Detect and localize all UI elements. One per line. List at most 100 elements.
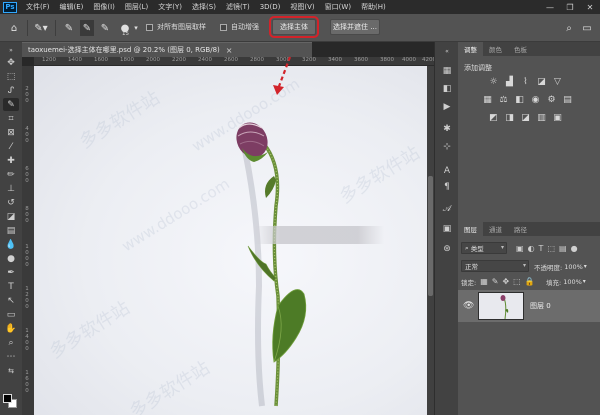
minimize-button[interactable]: — [540,0,560,14]
auto-enhance-checkbox[interactable] [220,24,227,31]
invert-icon[interactable]: ◩ [488,112,499,123]
tab-adjustments[interactable]: 调整 [458,42,483,56]
tab-paths[interactable]: 路径 [508,222,533,236]
move-tool-icon[interactable]: ✥ [3,56,19,69]
brushes-panel-icon[interactable]: ✱ [440,122,454,136]
pen-tool-icon[interactable]: ✒ [3,266,19,279]
clone-stamp-tool-icon[interactable]: ⊥ [3,182,19,195]
lock-transparent-icon[interactable]: ▦ [480,277,488,286]
eye-icon[interactable]: 👁 [463,301,474,311]
color-lookup-icon[interactable]: ▤ [562,94,573,105]
type-filter-icon[interactable]: T [539,244,544,253]
hand-tool-icon[interactable]: ✋ [3,322,19,335]
glyphs-panel-icon[interactable]: 𝒜 [440,202,454,216]
chevron-down-icon[interactable]: ▾ [132,20,140,36]
levels-icon[interactable]: ▟ [504,76,515,87]
home-icon[interactable]: ⌂ [6,20,22,36]
lock-artboard-icon[interactable]: ⬚ [513,277,521,286]
gradient-tool-icon[interactable]: ▤ [3,224,19,237]
photo-filter-icon[interactable]: ◉ [530,94,541,105]
blur-tool-icon[interactable]: 💧 [3,238,19,251]
tab-channels[interactable]: 通道 [483,222,508,236]
vibrance-icon[interactable]: ▽ [552,76,563,87]
gradient-map-icon[interactable]: ▥ [536,112,547,123]
menu-view[interactable]: 视图(V) [285,2,319,12]
filter-toggle-icon[interactable]: ● [571,244,578,253]
fill-value[interactable]: 100% [563,278,582,286]
type-tool-icon[interactable]: T [3,280,19,293]
menu-layer[interactable]: 图层(L) [120,2,153,12]
adjustment-filter-icon[interactable]: ◐ [528,244,535,253]
layer-filter-select[interactable]: ⌕ 类型 ▾ [461,242,507,254]
clone-source-panel-icon[interactable]: ⊹ [440,140,454,154]
black-white-icon[interactable]: ◧ [514,94,525,105]
new-selection-icon[interactable]: ✎ [62,20,76,36]
healing-brush-tool-icon[interactable]: ✚ [3,154,19,167]
history-brush-tool-icon[interactable]: ↺ [3,196,19,209]
eyedropper-tool-icon[interactable]: ⁄ [3,140,19,153]
menu-file[interactable]: 文件(F) [21,2,55,12]
add-to-selection-icon[interactable]: ✎ [80,20,94,36]
subtract-from-selection-icon[interactable]: ✎ [98,20,112,36]
dodge-tool-icon[interactable]: ● [3,252,19,265]
threshold-icon[interactable]: ◪ [520,112,531,123]
tab-color[interactable]: 颜色 [483,42,508,56]
brush-tool-icon[interactable]: ✏ [3,168,19,181]
path-selection-tool-icon[interactable]: ↖ [3,294,19,307]
hue-saturation-icon[interactable]: ▦ [482,94,493,105]
search-icon[interactable]: ⌕ [562,20,576,36]
libraries-panel-icon[interactable]: ▣ [440,222,454,236]
rectangle-tool-icon[interactable]: ▭ [3,308,19,321]
eraser-tool-icon[interactable]: ◪ [3,210,19,223]
menu-edit[interactable]: 编辑(E) [55,2,89,12]
chevron-down-icon[interactable]: ▾ [583,278,586,285]
exposure-icon[interactable]: ◪ [536,76,547,87]
select-and-mask-button[interactable]: 选择并遮住 ... [330,19,380,35]
close-button[interactable]: ✕ [580,0,600,14]
marquee-tool-icon[interactable]: ⬚ [3,70,19,83]
sample-all-layers-checkbox[interactable] [146,24,153,31]
menu-window[interactable]: 窗口(W) [320,2,356,12]
select-subject-button[interactable]: 选择主体 [269,16,319,38]
menu-3d[interactable]: 3D(D) [255,3,286,11]
pixel-filter-icon[interactable]: ▣ [516,244,524,253]
blend-mode-select[interactable]: 正常 ▾ [461,260,529,272]
menu-select[interactable]: 选择(S) [187,2,221,12]
menu-help[interactable]: 帮助(H) [356,2,391,12]
opacity-value[interactable]: 100% [564,263,583,271]
document-tab[interactable]: taoxuemei-选择主体在哪里.psd @ 20.2% (图层 0, RGB… [22,42,312,57]
actions-panel-icon[interactable]: ▶ [440,100,454,114]
lasso-tool-icon[interactable]: ᔑ [3,84,19,97]
tab-swatches[interactable]: 色板 [508,42,533,56]
channel-mixer-icon[interactable]: ⚙ [546,94,557,105]
collapse-icon[interactable]: « [440,44,454,58]
image-canvas[interactable]: 多多软件站 www.ddooo.com 多多软件站 www.ddooo.com … [34,66,427,415]
chevron-down-icon[interactable]: ▾ [584,263,587,270]
foreground-color-swatch[interactable] [3,394,12,403]
tab-layers[interactable]: 图层 [458,222,483,236]
navigator-panel-icon[interactable]: ⊛ [440,242,454,256]
frame-tool-icon[interactable]: ⊠ [3,126,19,139]
character-panel-icon[interactable]: A [440,164,454,178]
scrollbar-thumb[interactable] [428,176,433,296]
layer-row[interactable]: 👁 图层 0 [458,290,600,322]
smart-object-filter-icon[interactable]: ▤ [559,244,567,253]
crop-tool-icon[interactable]: ⌗ [3,112,19,125]
quick-selection-preset-icon[interactable]: ✎▾ [32,20,50,36]
properties-panel-icon[interactable]: ◧ [440,82,454,96]
more-tools-icon[interactable]: ⋯ [3,350,19,363]
restore-button[interactable]: ❐ [560,0,580,14]
lock-position-icon[interactable]: ✥ [502,277,509,286]
lock-image-icon[interactable]: ✎ [492,277,499,286]
menu-type[interactable]: 文字(Y) [153,2,187,12]
brightness-icon[interactable]: ☼ [488,76,499,87]
paragraph-panel-icon[interactable]: ¶ [440,180,454,194]
close-tab-icon[interactable]: × [226,46,233,55]
zoom-tool-icon[interactable]: ⌕ [3,336,19,349]
selective-color-icon[interactable]: ▣ [552,112,563,123]
menu-image[interactable]: 图像(I) [88,2,120,12]
posterize-icon[interactable]: ◨ [504,112,515,123]
quick-selection-tool-icon[interactable]: ✎ [3,98,19,111]
history-panel-icon[interactable]: ▦ [440,64,454,78]
workspace-icon[interactable]: ▭ [580,20,594,36]
